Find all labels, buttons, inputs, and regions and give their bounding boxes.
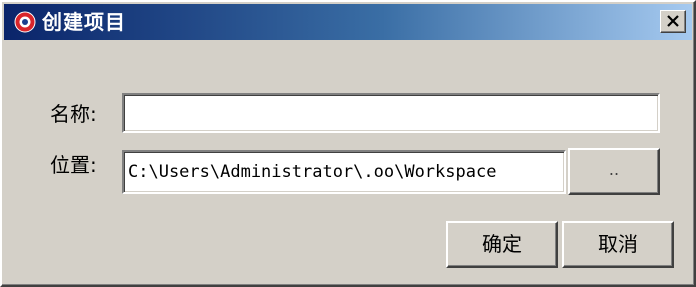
browse-button[interactable]: .. bbox=[568, 148, 660, 195]
location-input[interactable]: C:\Users\Administrator\.oo\Workspace bbox=[122, 150, 566, 194]
app-logo-icon bbox=[14, 11, 36, 33]
name-label: 名称: bbox=[50, 102, 97, 126]
cancel-button[interactable]: 取消 bbox=[562, 221, 674, 268]
location-label: 位置: bbox=[50, 153, 97, 177]
name-input[interactable] bbox=[122, 93, 660, 133]
close-button[interactable] bbox=[660, 10, 686, 33]
create-project-dialog: 创建项目 名称: 位置: C:\Users\Administrator\.oo\… bbox=[0, 0, 696, 287]
close-icon bbox=[667, 15, 679, 27]
title-bar[interactable]: 创建项目 bbox=[4, 4, 692, 40]
window-title: 创建项目 bbox=[42, 10, 126, 34]
ok-button[interactable]: 确定 bbox=[446, 221, 558, 268]
